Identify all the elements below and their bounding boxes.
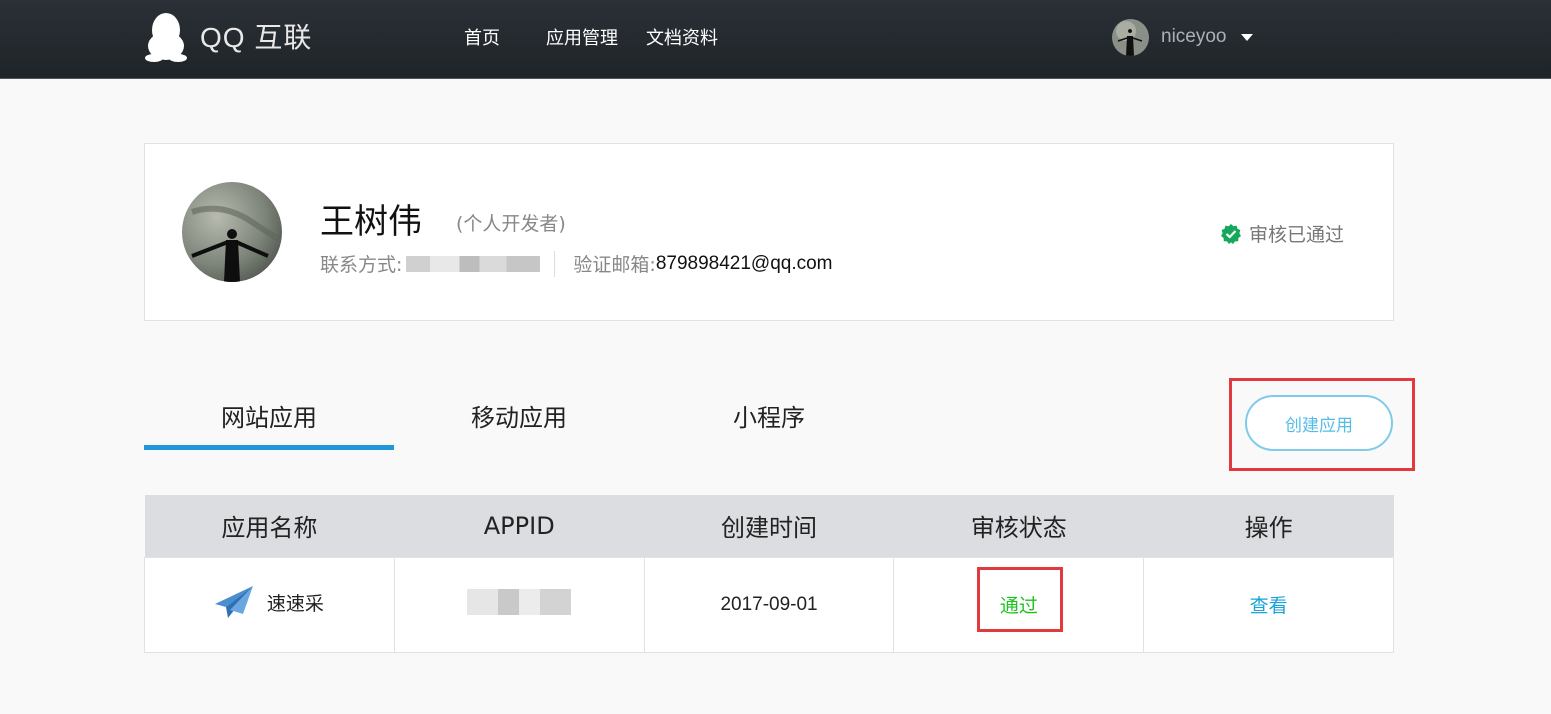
table-row: 速速采 2017-09-01 通过 查看 <box>144 556 1394 653</box>
created-date: 2017-09-01 <box>643 556 895 653</box>
divider <box>554 250 556 277</box>
username: niceyoo <box>1161 26 1227 47</box>
email-value: 879898421@qq.com <box>655 252 833 274</box>
developer-avatar <box>182 182 282 282</box>
email-label: 验证邮箱: <box>573 254 656 276</box>
user-avatar <box>1112 18 1149 56</box>
actions-cell: 查看 <box>1143 556 1394 653</box>
column-header-actions: 操作 <box>1143 495 1394 557</box>
app-name-cell: 速速采 <box>144 556 395 653</box>
verification-status: 审核已通过 <box>1221 220 1344 247</box>
nav-app-management[interactable]: 应用管理 <box>546 24 618 50</box>
top-navbar: QQ 互联 首页 应用管理 文档资料 niceyoo <box>0 0 1551 79</box>
qq-connect-logo[interactable]: QQ 互联 <box>144 10 312 62</box>
tab-mini-programs[interactable]: 小程序 <box>644 398 894 433</box>
appid-cell <box>393 556 645 653</box>
nav-home[interactable]: 首页 <box>464 24 500 50</box>
nav-documents[interactable]: 文档资料 <box>646 24 718 50</box>
column-header-created: 创建时间 <box>644 495 894 557</box>
column-header-app-name: 应用名称 <box>144 495 395 557</box>
apps-table: 应用名称 APPID 创建时间 审核状态 操作 速速采 2017-09-01 通… <box>144 495 1394 653</box>
contact-label: 联系方式: <box>320 254 403 276</box>
penguin-icon <box>145 13 187 62</box>
table-header-row: 应用名称 APPID 创建时间 审核状态 操作 <box>144 495 1394 557</box>
tab-website-apps[interactable]: 网站应用 <box>144 398 394 433</box>
paper-plane-icon <box>214 586 253 618</box>
view-link[interactable]: 查看 <box>1250 595 1288 617</box>
caret-down-icon[interactable] <box>1240 33 1253 41</box>
app-name: 速速采 <box>266 592 324 615</box>
verified-check-icon <box>1221 223 1241 244</box>
developer-type: (个人开发者) <box>456 213 566 235</box>
status-cell: 通过 <box>893 556 1145 653</box>
status-badge: 通过 <box>999 595 1038 617</box>
contact-redacted <box>406 255 541 272</box>
developer-name: 王树伟 <box>320 202 422 242</box>
column-header-status: 审核状态 <box>893 495 1144 557</box>
create-app-button[interactable]: 创建应用 <box>1245 395 1393 451</box>
logo-text: QQ 互联 <box>200 22 313 53</box>
developer-profile-card: 王树伟 (个人开发者) 联系方式: 验证邮箱: 879898421@qq.com… <box>144 143 1394 321</box>
verification-status-text: 审核已通过 <box>1249 224 1345 246</box>
active-tab-indicator <box>144 445 394 450</box>
contact-info-row: 联系方式: 验证邮箱: 879898421@qq.com <box>320 250 833 277</box>
column-header-appid: APPID <box>394 495 645 557</box>
tab-mobile-apps[interactable]: 移动应用 <box>394 398 644 433</box>
appid-redacted <box>467 589 572 615</box>
user-menu[interactable]: niceyoo <box>1112 18 1253 56</box>
